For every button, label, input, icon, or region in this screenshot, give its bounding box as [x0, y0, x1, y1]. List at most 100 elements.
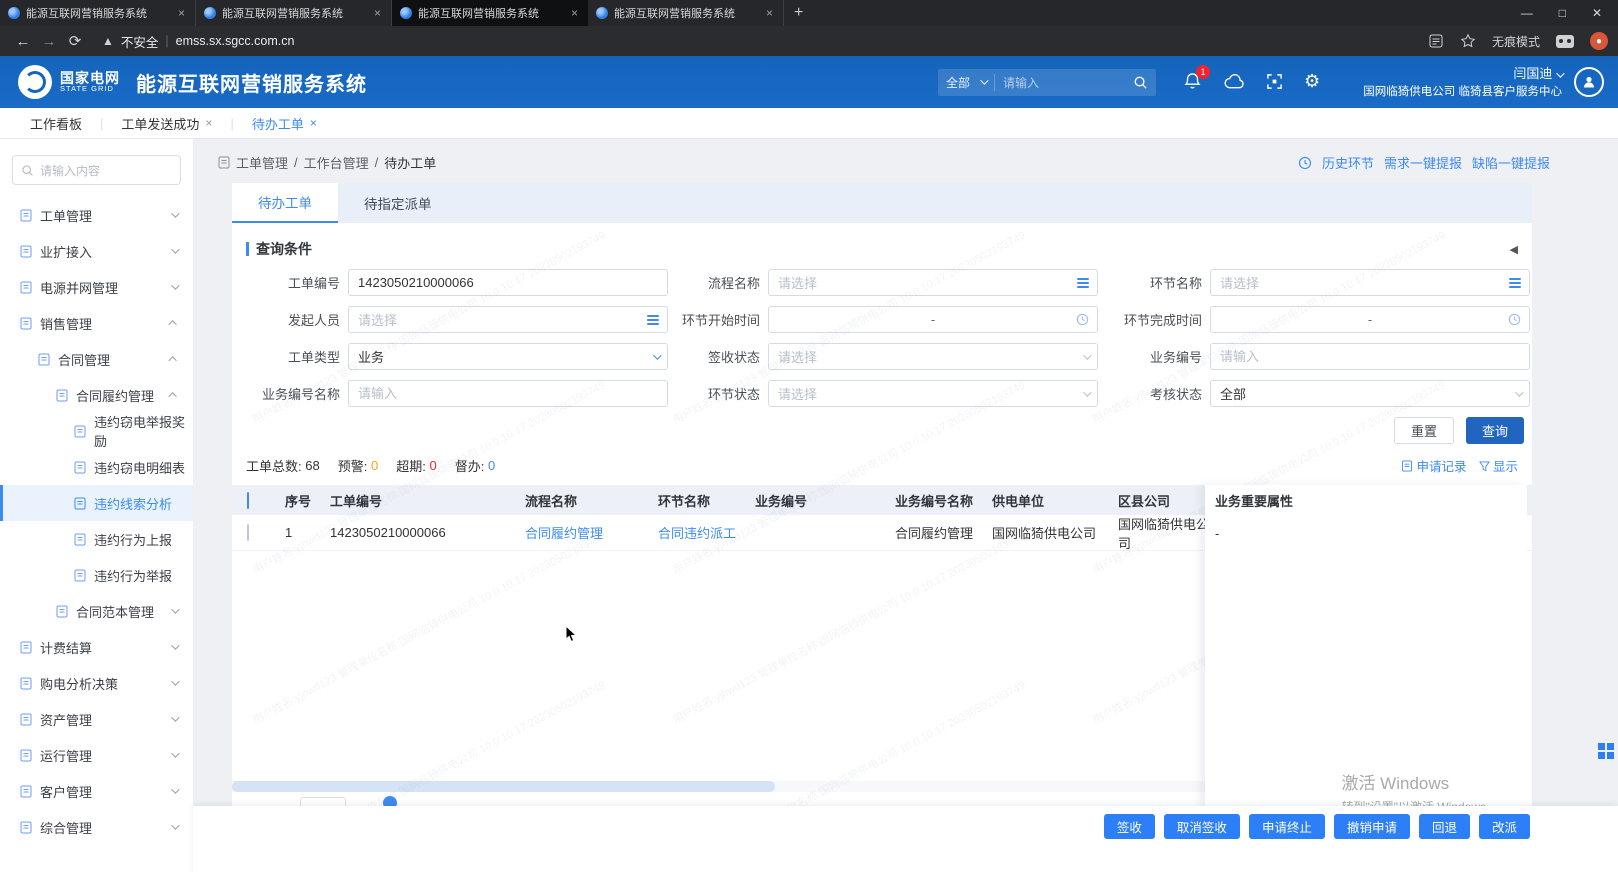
sidebar-item-customer-mgmt[interactable]: 客户管理	[0, 773, 193, 809]
sidebar-item-biz-expansion[interactable]: 业扩接入	[0, 233, 193, 269]
order-type-select[interactable]: 业务	[348, 343, 668, 370]
sidebar-item-billing[interactable]: 计费结算	[0, 629, 193, 665]
row-checkbox[interactable]	[247, 524, 249, 541]
step-status-select[interactable]: 请选择	[768, 380, 1098, 407]
fullscreen-icon[interactable]	[1266, 73, 1283, 90]
list-picker-icon[interactable]	[1509, 276, 1521, 290]
scrollbar-thumb[interactable]	[232, 781, 775, 792]
sidebar-item-violation-tipoff[interactable]: 违约行为举报	[0, 557, 193, 593]
list-picker-icon[interactable]	[1077, 276, 1089, 290]
tab-close-icon[interactable]: ×	[569, 6, 580, 20]
collapse-icon[interactable]: ◀	[1510, 243, 1518, 256]
floating-grid-widget[interactable]	[1598, 743, 1614, 759]
list-picker-icon[interactable]	[647, 313, 659, 327]
bookmark-star-icon[interactable]	[1460, 33, 1476, 49]
history-link[interactable]: 历史环节	[1322, 153, 1374, 172]
sidebar-item-grid-connection[interactable]: 电源并网管理	[0, 269, 193, 305]
sidebar-item-contract-template[interactable]: 合同范本管理	[0, 593, 193, 629]
doc-icon	[74, 425, 86, 438]
browser-tab-active[interactable]: 能源互联网营销服务系统 ×	[392, 0, 588, 26]
window-close-icon[interactable]: ✕	[1592, 6, 1602, 20]
sidebar-item-purchase-analysis[interactable]: 购电分析决策	[0, 665, 193, 701]
tab-todo[interactable]: 待办工单	[232, 183, 338, 223]
browser-tab[interactable]: 能源互联网营销服务系统 ×	[588, 0, 784, 26]
sidebar-item-sales-mgmt[interactable]: 销售管理	[0, 305, 193, 341]
tab-dashboard[interactable]: 工作看板	[20, 114, 92, 133]
step-start-date-range[interactable]: -	[768, 306, 1098, 333]
biz-name-input[interactable]	[348, 380, 668, 407]
sidebar-search-input[interactable]: 请输入内容	[12, 155, 181, 185]
sidebar-item-contract-mgmt[interactable]: 合同管理	[0, 341, 193, 377]
window-maximize-icon[interactable]: □	[1559, 6, 1566, 20]
doc-icon	[74, 569, 86, 582]
sidebar-item-asset-mgmt[interactable]: 资产管理	[0, 701, 193, 737]
defect-report-link[interactable]: 缺陷一键提报	[1472, 153, 1550, 172]
search-input[interactable]: 请输入	[995, 74, 1133, 91]
avatar[interactable]	[1574, 67, 1604, 97]
tab-todo-orders[interactable]: 待办工单×	[242, 114, 327, 133]
close-icon[interactable]: ×	[205, 116, 212, 130]
reload-icon[interactable]: ⟳	[62, 32, 88, 50]
initiator-select[interactable]: 请选择	[348, 306, 668, 333]
process-name-select[interactable]: 请选择	[768, 269, 1098, 296]
search-scope-select[interactable]: 全部	[938, 74, 995, 91]
sidebar-item-violation-report-up[interactable]: 违约行为上报	[0, 521, 193, 557]
order-no-input-field[interactable]	[358, 275, 658, 290]
tab-order-sent[interactable]: 工单发送成功×	[111, 114, 222, 133]
settings-gear-icon[interactable]: ⚙	[1304, 71, 1320, 92]
breadcrumb-item[interactable]: 工单管理	[236, 153, 288, 172]
global-search[interactable]: 全部 请输入	[938, 69, 1156, 96]
biz-no-input-field[interactable]	[1220, 349, 1520, 364]
tab-close-icon[interactable]: ×	[372, 6, 383, 20]
sidebar-item-theft-report-reward[interactable]: 违约窃电举报奖励	[0, 413, 193, 449]
sidebar-item-comprehensive-mgmt[interactable]: 综合管理	[0, 809, 193, 845]
browser-tab[interactable]: 能源互联网营销服务系统 ×	[0, 0, 196, 26]
sign-status-select[interactable]: 请选择	[768, 343, 1098, 370]
url-text[interactable]: emss.sx.sgcc.com.cn	[176, 34, 295, 48]
demand-report-link[interactable]: 需求一键提报	[1384, 153, 1462, 172]
reading-mode-icon[interactable]	[1428, 33, 1444, 49]
browser-tab[interactable]: 能源互联网营销服务系统 ×	[196, 0, 392, 26]
search-icon[interactable]	[1133, 75, 1148, 90]
sidebar-item-operation-mgmt[interactable]: 运行管理	[0, 737, 193, 773]
order-no-input[interactable]	[348, 269, 668, 296]
tab-pending-assign[interactable]: 待指定派单	[338, 183, 458, 223]
cell-step-link[interactable]: 合同违约派工	[658, 523, 755, 542]
cancel-sign-button[interactable]: 取消签收	[1164, 814, 1240, 839]
tab-close-icon[interactable]: ×	[176, 6, 187, 20]
cloud-icon[interactable]	[1224, 74, 1245, 90]
cell-process-link[interactable]: 合同履约管理	[525, 523, 658, 542]
breadcrumb-item[interactable]: 工作台管理	[304, 153, 369, 172]
select-all-checkbox[interactable]	[247, 492, 249, 509]
forward-icon[interactable]: →	[36, 33, 62, 50]
reset-button[interactable]: 重置	[1394, 417, 1454, 444]
step-end-date-range[interactable]: -	[1210, 306, 1530, 333]
address-bar[interactable]: ▲ 不安全 | emss.sx.sgcc.com.cn	[102, 32, 294, 51]
biz-name-input-field[interactable]	[358, 386, 658, 401]
apply-record-link[interactable]: 申请记录	[1401, 456, 1467, 475]
revoke-apply-button[interactable]: 撤销申请	[1334, 814, 1410, 839]
profile-avatar[interactable]: ●	[1590, 32, 1608, 50]
cell-biz-name: 合同履约管理	[895, 523, 992, 542]
tab-close-icon[interactable]: ×	[764, 6, 775, 20]
apply-terminate-button[interactable]: 申请终止	[1249, 814, 1325, 839]
user-block[interactable]: 闫国迪 国网临猗供电公司 临猗县客户服务中心	[1363, 64, 1562, 101]
new-tab-button[interactable]: +	[794, 4, 803, 22]
assess-status-select[interactable]: 全部	[1210, 380, 1530, 407]
window-minimize-icon[interactable]: —	[1521, 6, 1533, 20]
back-icon[interactable]: ←	[10, 33, 36, 50]
notification-bell-icon[interactable]: 1	[1183, 72, 1202, 91]
sidebar-item-theft-detail-table[interactable]: 违约窃电明细表	[0, 449, 193, 485]
display-filter-link[interactable]: 显示	[1479, 456, 1519, 475]
rollback-button[interactable]: 回退	[1419, 814, 1470, 839]
security-label: 不安全	[121, 32, 159, 51]
sidebar-item-violation-clue-analysis[interactable]: 违约线索分析	[0, 485, 193, 521]
biz-no-input[interactable]	[1210, 343, 1530, 370]
reassign-button[interactable]: 改派	[1479, 814, 1530, 839]
close-icon[interactable]: ×	[310, 116, 317, 130]
sidebar-item-contract-performance[interactable]: 合同履约管理	[0, 377, 193, 413]
sign-button[interactable]: 签收	[1104, 814, 1155, 839]
sidebar-item-order-mgmt[interactable]: 工单管理	[0, 197, 193, 233]
step-name-select[interactable]: 请选择	[1210, 269, 1530, 296]
search-button[interactable]: 查询	[1466, 417, 1524, 444]
